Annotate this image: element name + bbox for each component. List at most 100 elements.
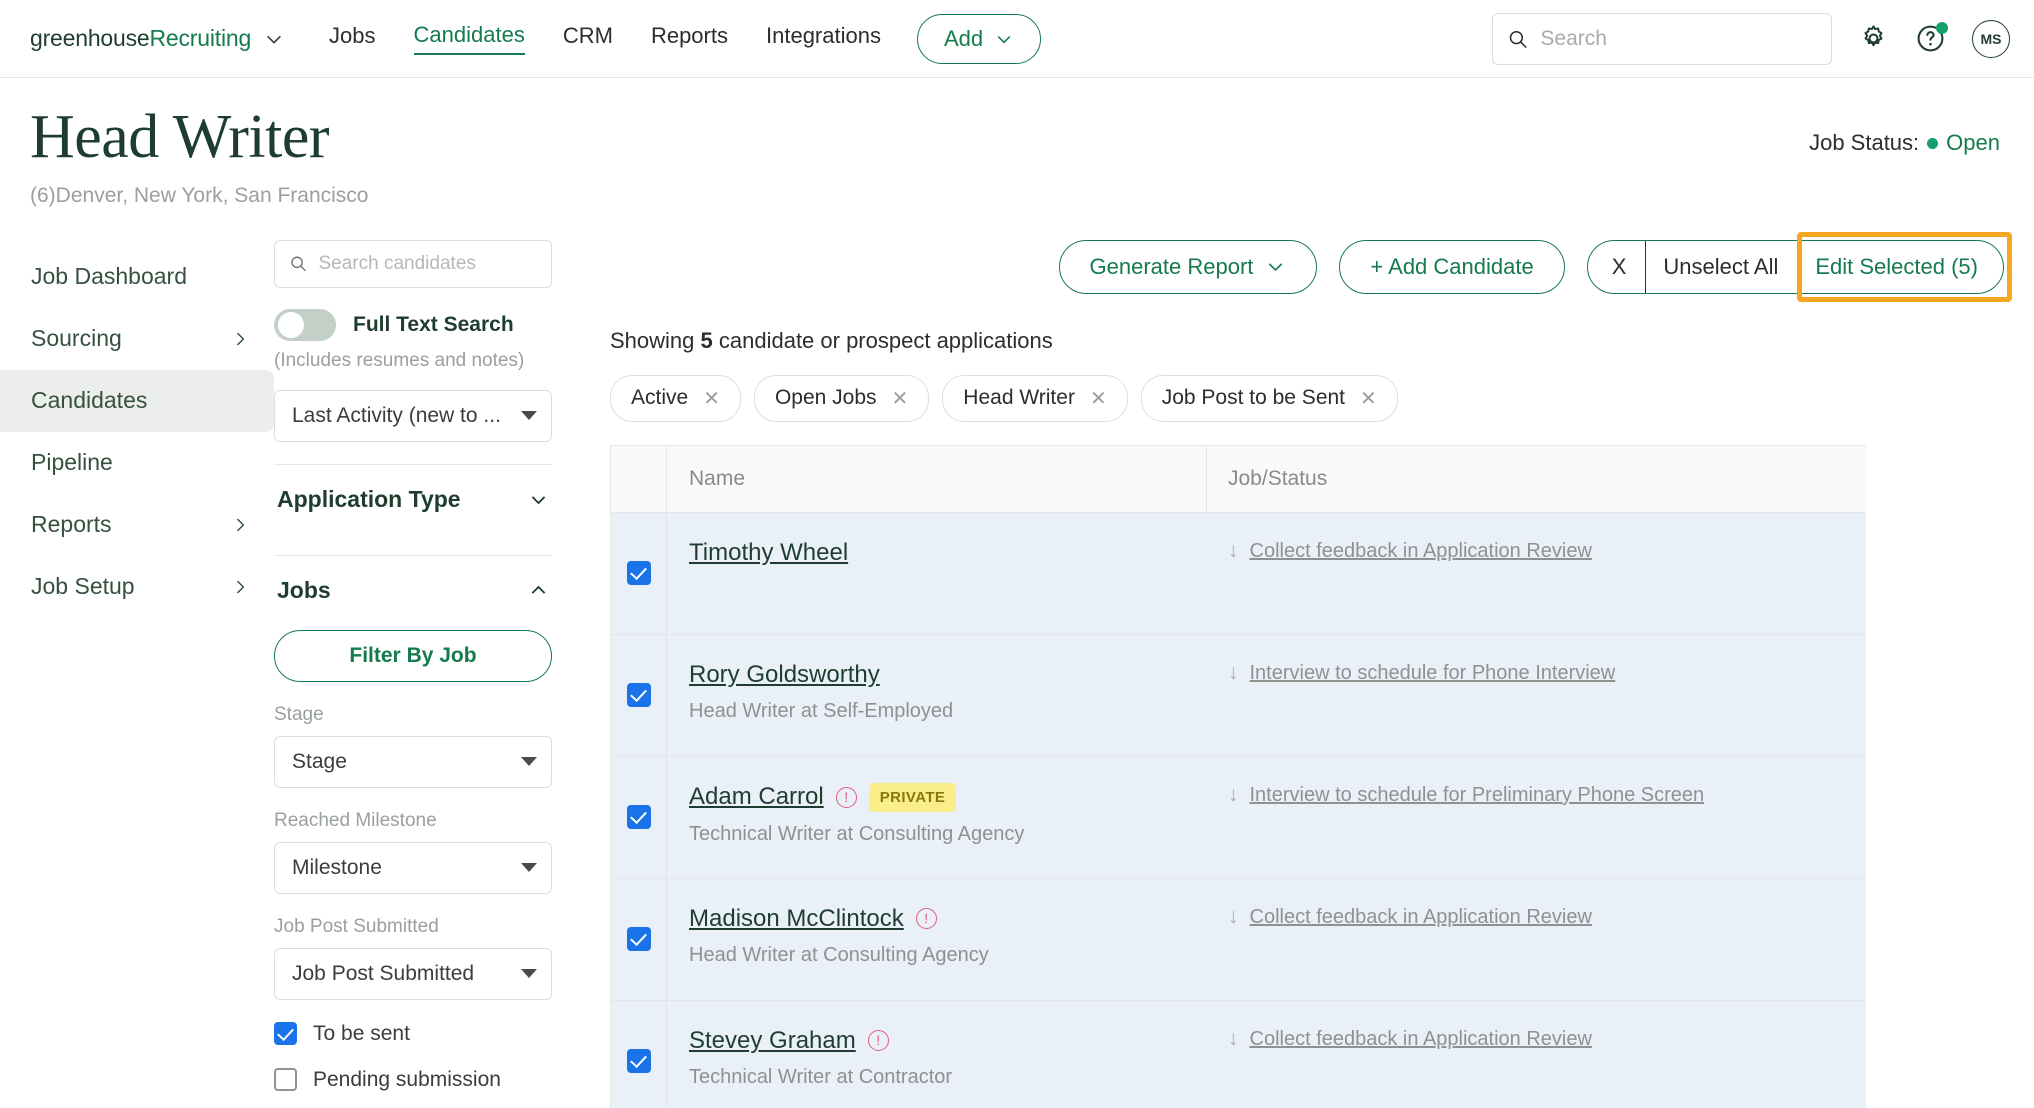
status-link[interactable]: Collect feedback in Application Review	[1250, 903, 1592, 932]
status-line: ↓ Interview to schedule for Preliminary …	[1228, 781, 1846, 810]
page-title: Head Writer	[30, 103, 330, 171]
help-button[interactable]	[1915, 22, 1948, 54]
stage-field-label: Stage	[274, 703, 324, 725]
unselect-all-button[interactable]: Unselect All	[1645, 240, 1795, 293]
arrow-down-icon: ↓	[1228, 538, 1239, 562]
row-checkbox[interactable]	[626, 1049, 651, 1074]
table-row[interactable]: Adam Carrol ! PRIVATE Technical Writer a…	[611, 755, 1866, 878]
row-name-cell: Rory Goldsworthy Head Writer at Self-Emp…	[667, 635, 1207, 756]
close-icon[interactable]: ✕	[892, 386, 909, 411]
checkbox-pending-submission[interactable]	[274, 1068, 297, 1092]
sidebar-item-reports[interactable]: Reports	[0, 494, 274, 556]
table-row[interactable]: Rory Goldsworthy Head Writer at Self-Emp…	[611, 633, 1866, 756]
sidebar-item-pipeline[interactable]: Pipeline	[0, 432, 274, 494]
top-navigation-bar: greenhouseRecruiting Jobs Candidates CRM…	[0, 0, 2034, 78]
sidebar-nav: Job Dashboard Sourcing Candidates Pipeli…	[0, 240, 274, 1108]
page-body: Job Dashboard Sourcing Candidates Pipeli…	[0, 231, 2034, 1108]
candidate-name-link[interactable]: Stevey Graham	[689, 1027, 856, 1055]
nav-link-jobs[interactable]: Jobs	[329, 23, 375, 54]
settings-button[interactable]	[1858, 23, 1889, 54]
sidebar-item-job-setup[interactable]: Job Setup	[0, 556, 274, 618]
alert-circle-icon: !	[915, 908, 937, 930]
row-status-cell: ↓ Collect feedback in Application Review	[1207, 879, 1866, 1000]
filter-by-job-button[interactable]: Filter By Job	[274, 629, 552, 682]
stage-select[interactable]: Stage	[274, 735, 552, 788]
global-search-input[interactable]	[1540, 26, 1817, 51]
nav-link-integrations[interactable]: Integrations	[766, 23, 881, 54]
nav-link-candidates[interactable]: Candidates	[413, 22, 525, 55]
sidebar-item-label: Job Dashboard	[31, 263, 187, 290]
row-status-cell: ↓ Interview to schedule for Preliminary …	[1207, 757, 1866, 878]
brand-suffix: Recruiting	[149, 25, 252, 51]
checkbox-to-be-sent[interactable]	[274, 1022, 297, 1046]
sidebar-item-sourcing[interactable]: Sourcing	[0, 308, 274, 370]
candidate-name-link[interactable]: Madison McClintock	[689, 905, 904, 933]
row-select-cell[interactable]	[611, 878, 667, 1000]
row-checkbox[interactable]	[626, 927, 651, 952]
row-checkbox[interactable]	[626, 805, 651, 830]
filter-chip-active[interactable]: Active ✕	[610, 374, 741, 422]
row-select-cell[interactable]	[611, 512, 667, 634]
global-search[interactable]	[1492, 12, 1832, 65]
avatar[interactable]: MS	[1972, 19, 2010, 58]
row-name-cell: Adam Carrol ! PRIVATE Technical Writer a…	[667, 757, 1207, 878]
candidate-name-link[interactable]: Rory Goldsworthy	[689, 661, 880, 689]
clear-selection-button[interactable]: X	[1588, 241, 1646, 293]
add-candidate-button[interactable]: + Add Candidate	[1339, 239, 1565, 294]
status-link[interactable]: Interview to schedule for Phone Intervie…	[1250, 659, 1616, 688]
sort-select[interactable]: Last Activity (new to ...	[274, 389, 552, 442]
job-status: Job Status: Open	[1809, 130, 2000, 156]
main-content: Generate Report + Add Candidate X Unsele…	[574, 231, 2034, 1108]
candidate-search-input[interactable]	[318, 252, 537, 275]
candidate-search[interactable]	[274, 239, 552, 288]
table-row[interactable]: Timothy Wheel ↓ Collect feedback in Appl…	[611, 511, 1866, 634]
sidebar-item-job-dashboard[interactable]: Job Dashboard	[0, 246, 274, 308]
row-select-cell[interactable]	[611, 634, 667, 756]
job-post-select[interactable]: Job Post Submitted	[274, 947, 552, 1000]
chevron-down-icon	[521, 863, 537, 873]
page-subtitle: (6)Denver, New York, San Francisco	[30, 183, 369, 207]
chevron-down-icon[interactable]	[263, 28, 285, 50]
status-link[interactable]: Collect feedback in Application Review	[1250, 1025, 1592, 1054]
action-toolbar: Generate Report + Add Candidate X Unsele…	[610, 231, 2012, 302]
candidate-name-link[interactable]: Timothy Wheel	[689, 539, 848, 567]
job-status-value: Open	[1946, 130, 2000, 155]
table-row[interactable]: Madison McClintock ! Head Writer at Cons…	[611, 877, 1866, 1000]
row-checkbox[interactable]	[626, 561, 651, 586]
candidate-name-link[interactable]: Adam Carrol	[689, 783, 824, 811]
close-icon[interactable]: ✕	[1090, 386, 1107, 411]
generate-report-button[interactable]: Generate Report	[1058, 239, 1318, 294]
candidate-role: Technical Writer at Consulting Agency	[689, 822, 1025, 845]
generate-report-label: Generate Report	[1089, 253, 1254, 279]
row-checkbox[interactable]	[626, 683, 651, 708]
filter-chip-open-jobs[interactable]: Open Jobs ✕	[753, 374, 930, 422]
status-link[interactable]: Interview to schedule for Preliminary Ph…	[1250, 781, 1705, 810]
full-text-search-toggle[interactable]	[274, 308, 336, 341]
sidebar-item-label: Pipeline	[31, 449, 113, 476]
edit-selected-button[interactable]: Edit Selected (5)	[1795, 241, 2003, 293]
brand-logo[interactable]: greenhouseRecruiting	[30, 25, 285, 52]
row-select-cell[interactable]	[611, 756, 667, 878]
nav-link-reports[interactable]: Reports	[651, 23, 728, 54]
checkbox-row-pending-submission[interactable]: Pending submission	[274, 1068, 552, 1092]
chip-label: Active	[631, 386, 689, 410]
section-jobs[interactable]: Jobs	[274, 556, 552, 624]
filter-chip-job-post-to-be-sent[interactable]: Job Post to be Sent ✕	[1140, 374, 1398, 422]
close-icon[interactable]: ✕	[703, 386, 720, 411]
close-icon[interactable]: ✕	[1360, 386, 1377, 411]
section-application-type[interactable]: Application Type	[274, 465, 552, 533]
nav-link-crm[interactable]: CRM	[563, 23, 613, 54]
checkbox-row-to-be-sent[interactable]: To be sent	[274, 1022, 552, 1046]
private-badge: PRIVATE	[868, 782, 957, 812]
candidate-name-line: Timothy Wheel	[689, 539, 1185, 567]
status-link[interactable]: Collect feedback in Application Review	[1250, 537, 1592, 566]
arrow-down-icon: ↓	[1228, 1026, 1239, 1050]
table-row[interactable]: Stevey Graham ! Technical Writer at Cont…	[611, 999, 1866, 1108]
filter-chip-head-writer[interactable]: Head Writer ✕	[942, 374, 1128, 422]
row-select-cell[interactable]	[611, 1000, 667, 1108]
milestone-select[interactable]: Milestone	[274, 841, 552, 894]
candidates-table: Name Job/Status Timothy Wheel ↓ Collect …	[610, 444, 1866, 1108]
primary-nav-links: Jobs Candidates CRM Reports Integrations	[329, 22, 881, 55]
add-button[interactable]: Add	[916, 13, 1042, 64]
sidebar-item-candidates[interactable]: Candidates	[0, 369, 274, 432]
